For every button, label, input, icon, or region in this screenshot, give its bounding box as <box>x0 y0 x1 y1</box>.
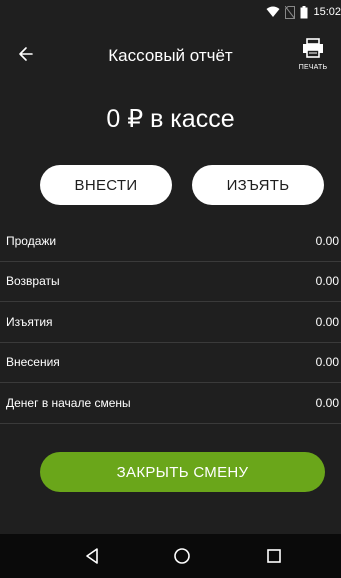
nav-back-button[interactable] <box>80 544 104 568</box>
nav-back-icon <box>86 548 98 564</box>
printer-icon <box>303 38 323 58</box>
row-label: Продажи <box>6 233 57 248</box>
nav-home-icon <box>174 548 190 564</box>
nav-recents-icon <box>267 549 281 563</box>
row-value: 0.00 <box>315 233 339 248</box>
status-icons: 15:02 <box>266 3 341 21</box>
deposit-button[interactable]: ВНЕСТИ <box>40 165 172 205</box>
row-value: 0.00 <box>315 355 339 370</box>
app-bar: Кассовый отчёт ПЕЧАТЬ <box>0 24 341 84</box>
row-label: Внесения <box>6 355 60 370</box>
no-sim-icon <box>285 5 296 19</box>
page-title: Кассовый отчёт <box>108 46 233 65</box>
nav-recents-button[interactable] <box>262 544 286 568</box>
print-button[interactable]: ПЕЧАТЬ <box>293 38 333 74</box>
row-label: Изъятия <box>6 314 53 329</box>
row-label: Денег в начале смены <box>6 395 131 410</box>
cash-balance: 0 ₽ в кассе <box>106 105 235 133</box>
status-time: 15:02 <box>313 6 341 18</box>
report-row-deposits: Внесения 0.00 <box>0 343 341 383</box>
report-row-returns: Возвраты 0.00 <box>0 262 341 302</box>
close-shift-button[interactable]: ЗАКРЫТЬ СМЕНУ <box>40 452 325 492</box>
system-nav-bar <box>0 534 341 578</box>
row-value: 0.00 <box>315 395 339 410</box>
nav-home-button[interactable] <box>170 544 194 568</box>
row-label: Возвраты <box>6 274 60 289</box>
report-row-opening-cash: Денег в начале смены 0.00 <box>0 383 341 424</box>
row-value: 0.00 <box>315 274 339 289</box>
print-label: ПЕЧАТЬ <box>298 64 328 71</box>
status-bar: 15:02 <box>0 0 341 24</box>
battery-icon <box>300 5 308 18</box>
row-value: 0.00 <box>315 314 339 329</box>
report-row-withdrawals: Изъятия 0.00 <box>0 302 341 343</box>
wifi-icon <box>266 6 280 17</box>
report-list: Продажи 0.00 Возвраты 0.00 Изъятия 0.00 … <box>0 221 341 424</box>
withdraw-button[interactable]: ИЗЪЯТЬ <box>192 165 324 205</box>
report-row-sales: Продажи 0.00 <box>0 221 341 262</box>
